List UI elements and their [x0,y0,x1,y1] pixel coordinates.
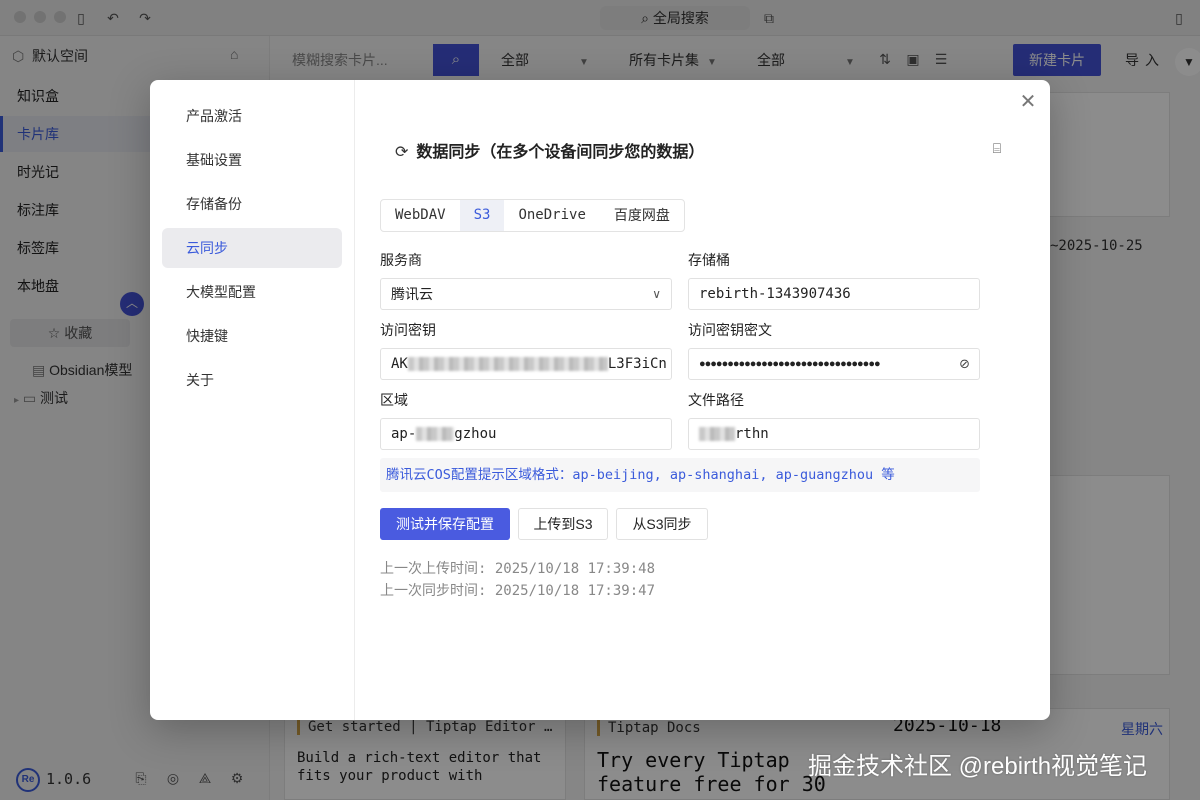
provider-label: 服务商 [380,252,422,268]
redacted-blur [416,427,455,441]
redacted-blur [407,357,608,371]
settings-nav: 产品激活 基础设置 存储备份 云同步 大模型配置 快捷键 关于 [150,80,355,720]
redacted-blur [699,427,735,441]
settings-nav-basic[interactable]: 基础设置 [162,140,342,180]
settings-nav-llm[interactable]: 大模型配置 [162,272,342,312]
access-key-suffix: L3F3iCn [607,356,667,372]
section-title-text: 数据同步（在多个设备间同步您的数据） [416,144,705,161]
secret-key-input[interactable]: ●●●●●●●●●●●●●●●●●●●●●●●●●●●●●●●● ⊘ [688,348,980,380]
provider-tabs: WebDAV S3 OneDrive 百度网盘 [380,199,685,232]
upload-s3-button[interactable]: 上传到S3 [518,508,608,540]
tab-s3[interactable]: S3 [459,200,505,231]
settings-nav-storage[interactable]: 存储备份 [162,184,342,224]
sync-from-s3-button[interactable]: 从S3同步 [616,508,708,540]
last-upload-time: 上一次上传时间: 2025/10/18 17:39:48 [380,561,656,577]
settings-nav-about[interactable]: 关于 [162,360,342,400]
settings-nav-label: 大模型配置 [186,284,256,300]
settings-nav-label: 关于 [186,372,214,388]
settings-nav-label: 云同步 [186,240,228,256]
region-hint: 腾讯云COS配置提示区域格式：ap-beijing, ap-shanghai, … [380,458,980,492]
chevron-down-icon: ∨ [652,287,661,301]
provider-select[interactable]: 腾讯云 ∨ [380,278,672,310]
provider-value: 腾讯云 [391,286,433,302]
cloud-sync-panel: ⟳ 数据同步（在多个设备间同步您的数据） ⌸ WebDAV S3 OneDrive… [355,80,1050,720]
file-path-label: 文件路径 [688,392,744,408]
region-label: 区域 [380,392,408,408]
bucket-label: 存储桶 [688,252,730,268]
secret-key-value: ●●●●●●●●●●●●●●●●●●●●●●●●●●●●●●●● [699,358,881,370]
region-input[interactable]: ap-gzhou [380,418,672,450]
access-key-prefix: AK [391,356,408,372]
tab-baidu[interactable]: 百度网盘 [600,200,684,231]
file-path-input[interactable]: rthn [688,418,980,450]
bucket-input[interactable]: rebirth-1343907436 [688,278,980,310]
settings-nav-label: 产品激活 [186,108,242,124]
watermark-text: 掘金技术社区 @rebirth视觉笔记 [808,753,1148,780]
section-title: ⟳ 数据同步（在多个设备间同步您的数据） [395,138,704,162]
tab-webdav[interactable]: WebDAV [381,200,460,231]
region-prefix: ap- [391,426,417,442]
sync-icon: ⟳ [395,144,409,161]
settings-nav-cloud-sync[interactable]: 云同步 [162,228,342,268]
settings-modal: 产品激活 基础设置 存储备份 云同步 大模型配置 快捷键 关于 ✕ ⟳ 数据同步（… [150,80,1050,720]
access-key-label: 访问密钥 [380,322,436,338]
file-path-suffix: rthn [735,426,769,442]
settings-nav-label: 基础设置 [186,152,242,168]
region-suffix: gzhou [454,426,497,442]
tab-onedrive[interactable]: OneDrive [504,200,599,231]
eye-off-icon[interactable]: ⊘ [959,349,970,379]
last-sync-time: 上一次同步时间: 2025/10/18 17:39:47 [380,583,656,599]
settings-nav-label: 存储备份 [186,196,242,212]
access-key-input[interactable]: AK L3F3iCn [380,348,672,380]
settings-nav-label: 快捷键 [186,328,228,344]
settings-nav-shortcuts[interactable]: 快捷键 [162,316,342,356]
test-save-button[interactable]: 测试并保存配置 [380,508,510,540]
settings-nav-activation[interactable]: 产品激活 [162,96,342,136]
secret-key-label: 访问密钥密文 [688,322,772,338]
clear-broom-icon[interactable]: ⌸ [987,140,1007,160]
